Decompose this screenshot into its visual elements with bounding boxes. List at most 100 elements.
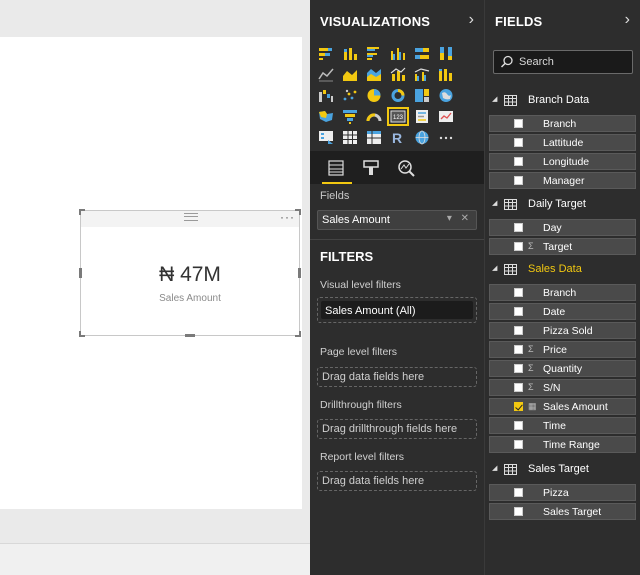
ribbon-chart-icon[interactable] (435, 65, 457, 84)
field-row[interactable]: ▦ Sales Amount (489, 398, 636, 415)
report-level-drop-zone[interactable]: Drag data fields here (317, 471, 477, 491)
field-checkbox[interactable] (514, 383, 523, 392)
kpi-icon[interactable] (435, 107, 457, 126)
field-checkbox[interactable] (514, 326, 523, 335)
stacked-column-icon[interactable] (339, 44, 361, 63)
field-checkbox[interactable] (514, 488, 523, 497)
gauge-icon[interactable] (363, 107, 385, 126)
field-checkbox[interactable] (514, 421, 523, 430)
resize-handle-bottom[interactable] (185, 334, 195, 337)
field-checkbox[interactable] (514, 176, 523, 185)
field-checkbox[interactable] (514, 138, 523, 147)
field-row[interactable]: Σ Price (489, 341, 636, 358)
resize-handle-top-right[interactable] (295, 209, 301, 215)
filter-card-sales-amount[interactable]: Sales Amount (All) (321, 301, 473, 319)
field-row[interactable]: Branch (489, 115, 636, 132)
field-row[interactable]: Longitude (489, 153, 636, 170)
expand-triangle-icon[interactable]: ◢ (492, 95, 497, 103)
resize-handle-bottom-right[interactable] (295, 331, 301, 337)
waterfall-icon[interactable] (315, 86, 337, 105)
expand-triangle-icon[interactable]: ◢ (492, 199, 497, 207)
field-label: Sales Target (543, 506, 602, 518)
expand-triangle-icon[interactable]: ◢ (492, 464, 497, 472)
field-row[interactable]: Day (489, 219, 636, 236)
field-checkbox[interactable] (514, 440, 523, 449)
field-row[interactable]: Time (489, 417, 636, 434)
field-checkbox[interactable] (514, 288, 523, 297)
clustered-bar-icon[interactable] (363, 44, 385, 63)
multi-row-card-icon[interactable] (411, 107, 433, 126)
field-checkbox[interactable] (514, 402, 523, 411)
field-row[interactable]: Pizza (489, 484, 636, 501)
treemap-icon[interactable] (411, 86, 433, 105)
line-clustered-column-icon[interactable] (411, 65, 433, 84)
field-row[interactable]: Σ Target (489, 238, 636, 255)
drag-grip-icon[interactable] (184, 213, 198, 221)
resize-handle-bottom-left[interactable] (79, 331, 85, 337)
more-icon[interactable] (435, 128, 457, 147)
pie-chart-icon[interactable] (363, 86, 385, 105)
fields-search-input[interactable]: Search (493, 50, 633, 74)
format-tab-icon[interactable] (360, 157, 382, 179)
well-remove-icon[interactable]: ▾ ✕ (447, 213, 472, 224)
drillthrough-drop-zone[interactable]: Drag drillthrough fields here (317, 419, 477, 439)
table-header-sales-data[interactable]: ◢ Sales Data (490, 261, 640, 279)
expand-triangle-icon[interactable]: ◢ (492, 264, 497, 272)
field-row[interactable]: Branch (489, 284, 636, 301)
field-checkbox[interactable] (514, 157, 523, 166)
field-checkbox[interactable] (514, 507, 523, 516)
field-row[interactable]: Σ Quantity (489, 360, 636, 377)
collapse-chevron-icon[interactable]: › (469, 11, 474, 29)
scatter-icon[interactable] (339, 86, 361, 105)
field-row[interactable]: Sales Target (489, 503, 636, 520)
slicer-icon[interactable] (315, 128, 337, 147)
100-percent-column-icon[interactable] (435, 44, 457, 63)
resize-handle-left[interactable] (79, 268, 82, 278)
report-page[interactable]: ··· ₦ 47M Sales Amount (0, 37, 302, 509)
field-row[interactable]: Pizza Sold (489, 322, 636, 339)
100-percent-bar-icon[interactable] (411, 44, 433, 63)
analytics-tab-icon[interactable] (395, 157, 417, 179)
field-row[interactable]: Manager (489, 172, 636, 189)
field-row[interactable]: Time Range (489, 436, 636, 453)
resize-handle-right[interactable] (298, 268, 301, 278)
field-checkbox[interactable] (514, 242, 523, 251)
more-options-icon[interactable]: ··· (280, 210, 295, 224)
matrix-icon[interactable] (363, 128, 385, 147)
field-checkbox[interactable] (514, 364, 523, 373)
field-row[interactable]: Lattitude (489, 134, 636, 151)
line-chart-icon[interactable] (315, 65, 337, 84)
field-label: Branch (543, 287, 577, 299)
table-icon[interactable] (339, 128, 361, 147)
field-label: Target (543, 241, 573, 253)
filled-map-icon[interactable] (315, 107, 337, 126)
report-canvas[interactable]: ··· ₦ 47M Sales Amount (0, 0, 310, 575)
page-level-drop-zone[interactable]: Drag data fields here (317, 367, 477, 387)
viz-tabs-bar (310, 151, 484, 184)
resize-handle-top-left[interactable] (79, 209, 85, 215)
line-column-icon[interactable] (387, 65, 409, 84)
field-well-sales-amount[interactable]: Sales Amount ▾ ✕ (317, 210, 477, 230)
fields-collapse-chevron-icon[interactable]: › (625, 11, 630, 29)
field-checkbox[interactable] (514, 119, 523, 128)
card-icon[interactable]: 123 (387, 107, 409, 126)
field-row[interactable]: Date (489, 303, 636, 320)
map-icon[interactable] (435, 86, 457, 105)
donut-chart-icon[interactable] (387, 86, 409, 105)
stacked-area-icon[interactable] (363, 65, 385, 84)
field-checkbox[interactable] (514, 223, 523, 232)
field-checkbox[interactable] (514, 345, 523, 354)
table-header-branch-data[interactable]: ◢ Branch Data (490, 92, 640, 110)
card-visual[interactable]: ··· ₦ 47M Sales Amount (79, 209, 301, 337)
table-header-daily-target[interactable]: ◢ Daily Target (490, 196, 640, 214)
field-checkbox[interactable] (514, 307, 523, 316)
globe-icon[interactable] (411, 128, 433, 147)
area-chart-icon[interactable] (339, 65, 361, 84)
funnel-icon[interactable] (339, 107, 361, 126)
r-visual-icon[interactable]: R (387, 128, 409, 147)
field-row[interactable]: Σ S/N (489, 379, 636, 396)
clustered-column-icon[interactable] (387, 44, 409, 63)
table-header-sales-target[interactable]: ◢ Sales Target (490, 461, 640, 479)
fields-tab-icon[interactable] (322, 157, 352, 184)
stacked-bar-icon[interactable] (315, 44, 337, 63)
